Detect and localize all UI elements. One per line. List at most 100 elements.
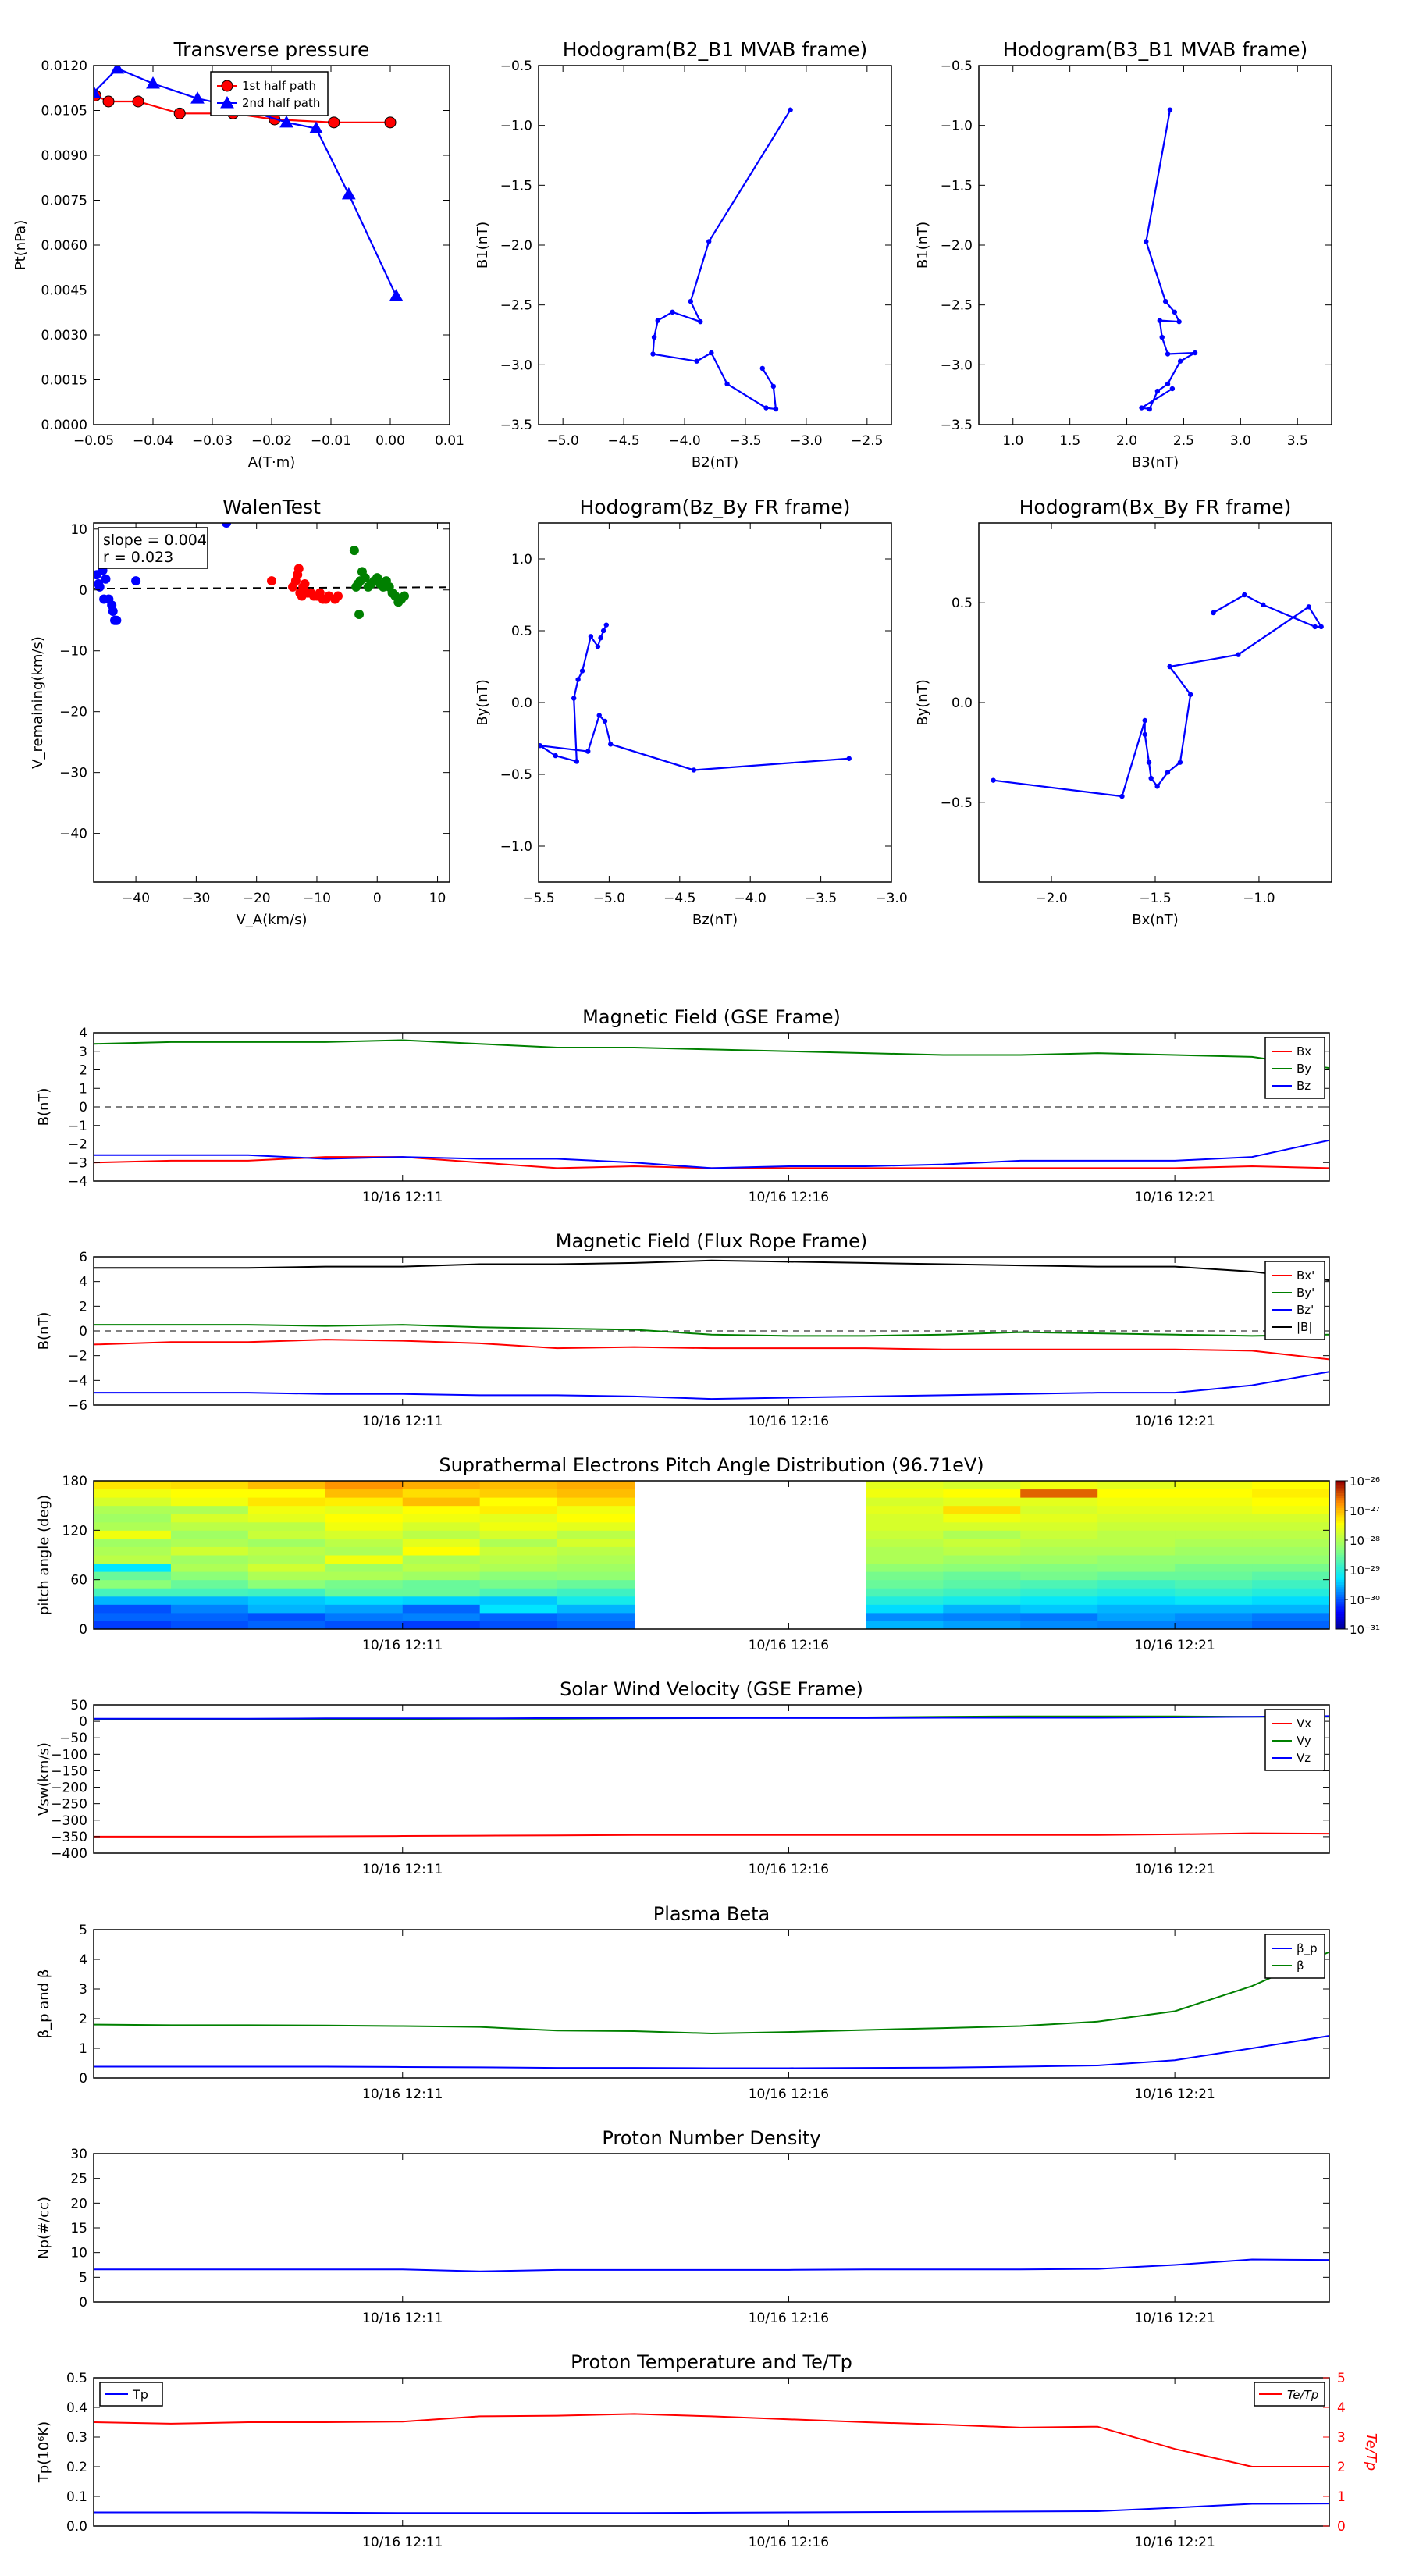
x-tick-label: 10/16 12:21 (1134, 2311, 1215, 2326)
heatmap-cell (170, 1546, 249, 1556)
data-point (588, 634, 594, 639)
data-point (1144, 239, 1149, 244)
y-tick-label: −0.5 (500, 767, 532, 783)
heatmap-cell (325, 1596, 404, 1605)
heatmap-cell (170, 1505, 249, 1514)
colorbar-step (1336, 1577, 1345, 1581)
heatmap-cell (1175, 1588, 1253, 1597)
heatmap-cell (479, 1538, 558, 1547)
chart-title: Transverse pressure (173, 38, 370, 61)
data-point (991, 777, 996, 783)
colorbar-step (1336, 1493, 1345, 1496)
x-tick-label: 10 (429, 891, 446, 906)
data-point (1165, 770, 1171, 775)
heatmap-cell (1252, 1497, 1329, 1507)
colorbar-step (1336, 1505, 1345, 1509)
axes-frame (978, 522, 1332, 883)
heatmap-cell (402, 1588, 481, 1597)
chart-title: Solar Wind Velocity (GSE Frame) (560, 1678, 863, 1700)
heatmap-cell (247, 1621, 326, 1629)
data-point (596, 713, 602, 718)
heatmap-cell (1252, 1604, 1329, 1614)
chart-title: Proton Temperature and Te/Tp (571, 2351, 852, 2373)
data-point (1148, 775, 1154, 781)
series-line-0 (539, 624, 849, 771)
data-point (773, 406, 779, 412)
legend-marker (221, 80, 233, 92)
heatmap-cell (170, 1514, 249, 1523)
legend-label: β (1297, 1959, 1304, 1973)
y-tick-label: 0 (79, 1714, 87, 1730)
colorbar-step (1336, 1574, 1345, 1578)
y-tick-label: 15 (70, 2221, 87, 2236)
heatmap-cell (557, 1621, 635, 1629)
y-tick-label: 4 (79, 1952, 87, 1968)
heatmap-cell (402, 1521, 481, 1531)
heatmap-cell (1175, 1514, 1253, 1523)
y-tick-label: −250 (51, 1797, 87, 1813)
chart-title: Magnetic Field (GSE Frame) (582, 1006, 841, 1028)
annotation-text: r = 0.023 (103, 549, 173, 566)
colorbar-step (1336, 1609, 1345, 1613)
heatmap-cell (1020, 1621, 1098, 1629)
data-point (146, 76, 160, 89)
heatmap-cell (325, 1555, 404, 1564)
y-axis-label: β_p and β (36, 1969, 52, 2039)
x-tick-label: 3.5 (1287, 433, 1308, 449)
heatmap-cell (557, 1604, 635, 1614)
heatmap-cell (479, 1489, 558, 1498)
y-tick-label: 1 (79, 2041, 87, 2057)
heatmap-cell (479, 1521, 558, 1531)
colorbar-step (1336, 1564, 1345, 1568)
series-line-By (94, 1039, 1329, 1069)
data-point (608, 742, 614, 747)
heatmap-cell (170, 1612, 249, 1621)
heatmap-cell (325, 1521, 404, 1531)
y-tick-label: 0 (79, 583, 87, 599)
heatmap-cell (866, 1563, 944, 1572)
heatmap-cell (1175, 1596, 1253, 1605)
y-tick-label: 0.1 (66, 2489, 87, 2505)
y-tick-label: −2 (68, 1349, 87, 1364)
chart-panel-beta: Plasma Beta 10/16 12:11 10/16 12:16 10/16 1… (36, 1903, 1330, 2102)
data-point (1154, 784, 1160, 789)
data-point (1261, 602, 1266, 607)
colorbar-step (1336, 1614, 1345, 1617)
data-point (1169, 386, 1176, 392)
heatmap-cell (479, 1612, 558, 1621)
colorbar-step (1336, 1542, 1345, 1546)
plot-area (94, 1259, 1329, 1400)
heatmap-cell (866, 1596, 944, 1605)
x-tick-label: 10/16 12:11 (362, 1638, 443, 1653)
y-tick-label: −3.0 (500, 358, 532, 373)
x-tick-label: −3.5 (805, 891, 837, 906)
heatmap-cell (94, 1579, 172, 1589)
heatmap-cell (170, 1555, 249, 1564)
heatmap-cell (402, 1514, 481, 1523)
y-tick-label: 10 (70, 2246, 87, 2261)
heatmap-cell (1175, 1555, 1253, 1564)
heatmap-cell (943, 1538, 1021, 1547)
heatmap-cell (94, 1530, 172, 1539)
heatmap-cell (1175, 1481, 1253, 1490)
heatmap-cell (943, 1497, 1021, 1507)
chart-title: Hodogram(Bz_By FR frame) (579, 496, 850, 518)
heatmap-cell (557, 1546, 635, 1556)
data-point (585, 749, 591, 754)
colorbar-tick-label: 10⁻³¹ (1350, 1623, 1380, 1637)
y-tick-label: 0.4 (66, 2400, 87, 2416)
colorbar-step (1336, 1490, 1345, 1494)
y-tick-label: 180 (62, 1474, 87, 1489)
y-axis-label-right: Te/Tp (1363, 2433, 1379, 2471)
y-tick-label: 60 (70, 1573, 87, 1589)
chart-panel-pad: Suprathermal Electrons Pitch Angle Distr… (36, 1454, 1380, 1653)
heatmap-cell (1020, 1604, 1098, 1614)
x-tick-label: −30 (182, 891, 210, 906)
y-axis-label: pitch angle (deg) (36, 1495, 52, 1615)
colorbar-tick-label: 10⁻²⁶ (1350, 1475, 1380, 1489)
y-tick-label: −4 (68, 1174, 87, 1190)
heatmap-cell (943, 1530, 1021, 1539)
y-tick-label: 0.5 (66, 2371, 87, 2386)
x-tick-label: 0.01 (435, 433, 464, 449)
series-line-0 (1139, 109, 1196, 411)
